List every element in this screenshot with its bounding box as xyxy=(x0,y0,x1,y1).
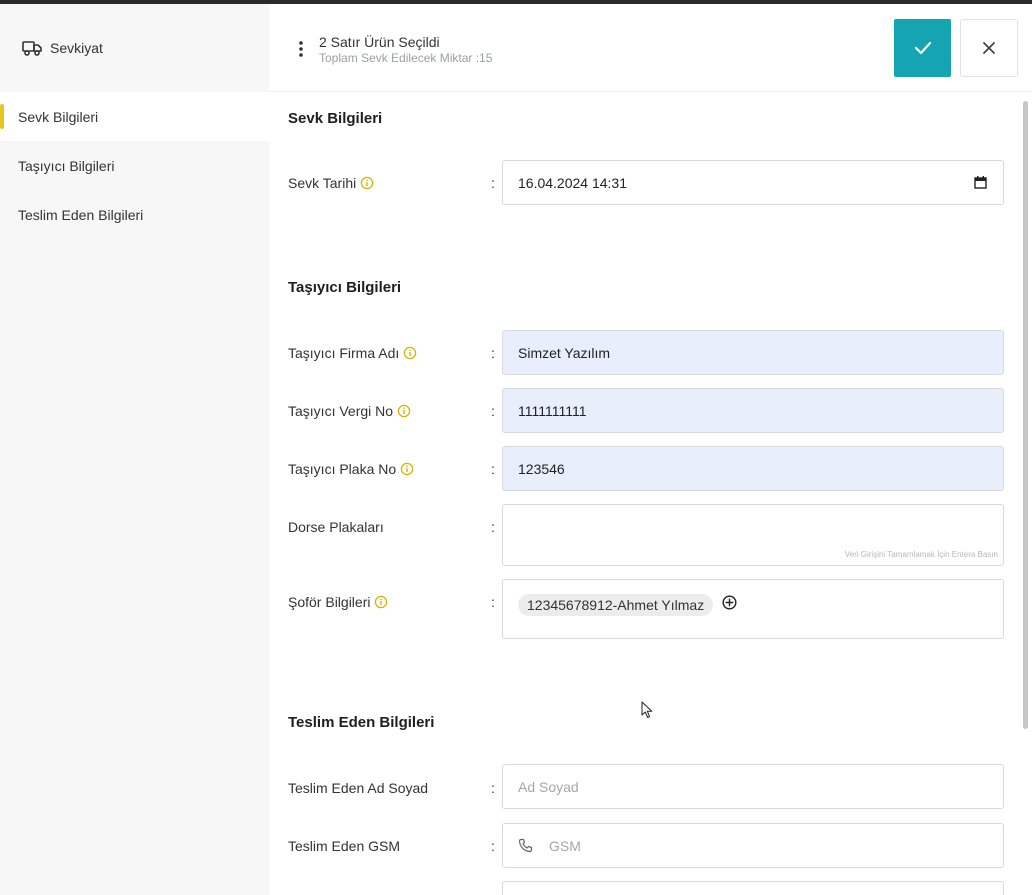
teslim-gsm-input[interactable]: GSM xyxy=(502,823,1004,868)
sofor-bilgileri-label: Şoför Bilgileri xyxy=(288,594,388,610)
field-label: Teslim Eden Ad Soyad xyxy=(288,780,429,796)
header: 2 Satır Ürün Seçildi Toplam Sevk Edilece… xyxy=(269,4,1032,92)
sidebar-item-label: Taşıyıcı Bilgileri xyxy=(18,157,115,174)
sidebar-item-sevk-bilgileri[interactable]: Sevk Bilgileri xyxy=(0,92,269,141)
field-label: Taşıyıcı Vergi No xyxy=(288,403,394,419)
info-icon xyxy=(400,462,414,476)
field-label: Sevk Tarihi xyxy=(288,175,357,191)
mouse-cursor-icon xyxy=(641,701,653,718)
sidebar-item-teslim-eden-bilgileri[interactable]: Teslim Eden Bilgileri xyxy=(0,190,269,239)
field-value: 16.04.2024 14:31 xyxy=(518,174,627,191)
section-title-teslim: Teslim Eden Bilgileri xyxy=(288,714,435,731)
colon: : xyxy=(491,780,495,796)
colon: : xyxy=(491,594,495,610)
truck-icon xyxy=(22,41,42,56)
info-icon xyxy=(397,404,411,418)
field-label: Şoför Bilgileri xyxy=(288,594,371,610)
check-icon xyxy=(914,41,931,55)
dorse-plakalari-label: Dorse Plakaları xyxy=(288,519,384,535)
section-title-sevk: Sevk Bilgileri xyxy=(288,110,383,127)
colon: : xyxy=(491,403,495,419)
input-hint: Veri Girişini Tamamlamak İçin Entera Bas… xyxy=(844,550,998,559)
tasiyici-plaka-input[interactable]: 123546 xyxy=(502,446,1004,491)
sidebar-item-label: Teslim Eden Bilgileri xyxy=(18,206,144,223)
info-icon xyxy=(404,346,417,360)
sidebar-item-tasiyici-bilgileri[interactable]: Taşıyıcı Bilgileri xyxy=(0,141,269,190)
field-value: 1111111111 xyxy=(518,402,587,419)
calendar-icon[interactable] xyxy=(974,176,987,189)
info-icon xyxy=(360,176,374,190)
sidebar: Sevkiyat Sevk Bilgileri Taşıyıcı Bilgile… xyxy=(0,4,269,895)
field-label: Teslim Eden GSM xyxy=(288,838,401,854)
header-subtitle: Toplam Sevk Edilecek Miktar :15 xyxy=(319,51,493,65)
header-title: 2 Satır Ürün Seçildi xyxy=(319,34,440,50)
tasiyici-firma-input[interactable]: Simzet Yazılım xyxy=(502,330,1004,375)
form-content: Sevk Bilgileri Sevk Tarihi : 16.04.2024 … xyxy=(269,93,1021,895)
input-placeholder: Ad Soyad xyxy=(518,778,579,795)
sevk-tarihi-label: Sevk Tarihi xyxy=(288,175,374,191)
sidebar-header: Sevkiyat xyxy=(0,4,269,92)
confirm-button[interactable] xyxy=(894,19,951,77)
colon: : xyxy=(491,519,495,535)
field-value: Simzet Yazılım xyxy=(518,344,611,361)
sevk-tarihi-input[interactable]: 16.04.2024 14:31 xyxy=(502,160,1004,205)
info-icon xyxy=(375,595,388,609)
field-value: 123546 xyxy=(518,460,565,477)
section-title-tasiyici: Taşıyıcı Bilgileri xyxy=(288,279,402,296)
tasiyici-plaka-label: Taşıyıcı Plaka No xyxy=(288,461,414,477)
colon: : xyxy=(491,345,495,361)
more-vertical-icon[interactable] xyxy=(295,40,307,58)
sofor-bilgileri-input[interactable]: 12345678912-Ahmet Yılmaz xyxy=(502,579,1004,639)
colon: : xyxy=(491,175,495,191)
field-label: Dorse Plakaları xyxy=(288,519,384,535)
close-icon xyxy=(983,42,995,54)
teslim-gsm-label: Teslim Eden GSM xyxy=(288,838,400,854)
teslim-ad-soyad-label: Teslim Eden Ad Soyad xyxy=(288,780,428,796)
tasiyici-vergi-label: Taşıyıcı Vergi No xyxy=(288,403,411,419)
driver-chip[interactable]: 12345678912-Ahmet Yılmaz xyxy=(518,594,714,616)
close-button[interactable] xyxy=(960,19,1018,77)
tasiyici-firma-label: Taşıyıcı Firma Adı xyxy=(288,345,417,361)
main-panel: 2 Satır Ürün Seçildi Toplam Sevk Edilece… xyxy=(269,4,1032,895)
dorse-plakalari-input[interactable]: Veri Girişini Tamamlamak İçin Entera Bas… xyxy=(502,504,1004,566)
field-label: Taşıyıcı Plaka No xyxy=(288,461,397,477)
sidebar-item-label: Sevk Bilgileri xyxy=(18,108,99,125)
next-input[interactable] xyxy=(502,881,1004,895)
colon: : xyxy=(491,838,495,854)
field-label: Taşıyıcı Firma Adı xyxy=(288,345,400,361)
tasiyici-vergi-input[interactable]: 1111111111 xyxy=(502,388,1004,433)
add-circle-icon[interactable] xyxy=(722,595,737,610)
input-placeholder: GSM xyxy=(549,837,581,854)
scrollbar[interactable] xyxy=(1023,101,1028,729)
phone-icon xyxy=(518,838,533,853)
sidebar-title: Sevkiyat xyxy=(50,40,103,56)
colon: : xyxy=(491,461,495,477)
teslim-ad-soyad-input[interactable]: Ad Soyad xyxy=(502,764,1004,809)
